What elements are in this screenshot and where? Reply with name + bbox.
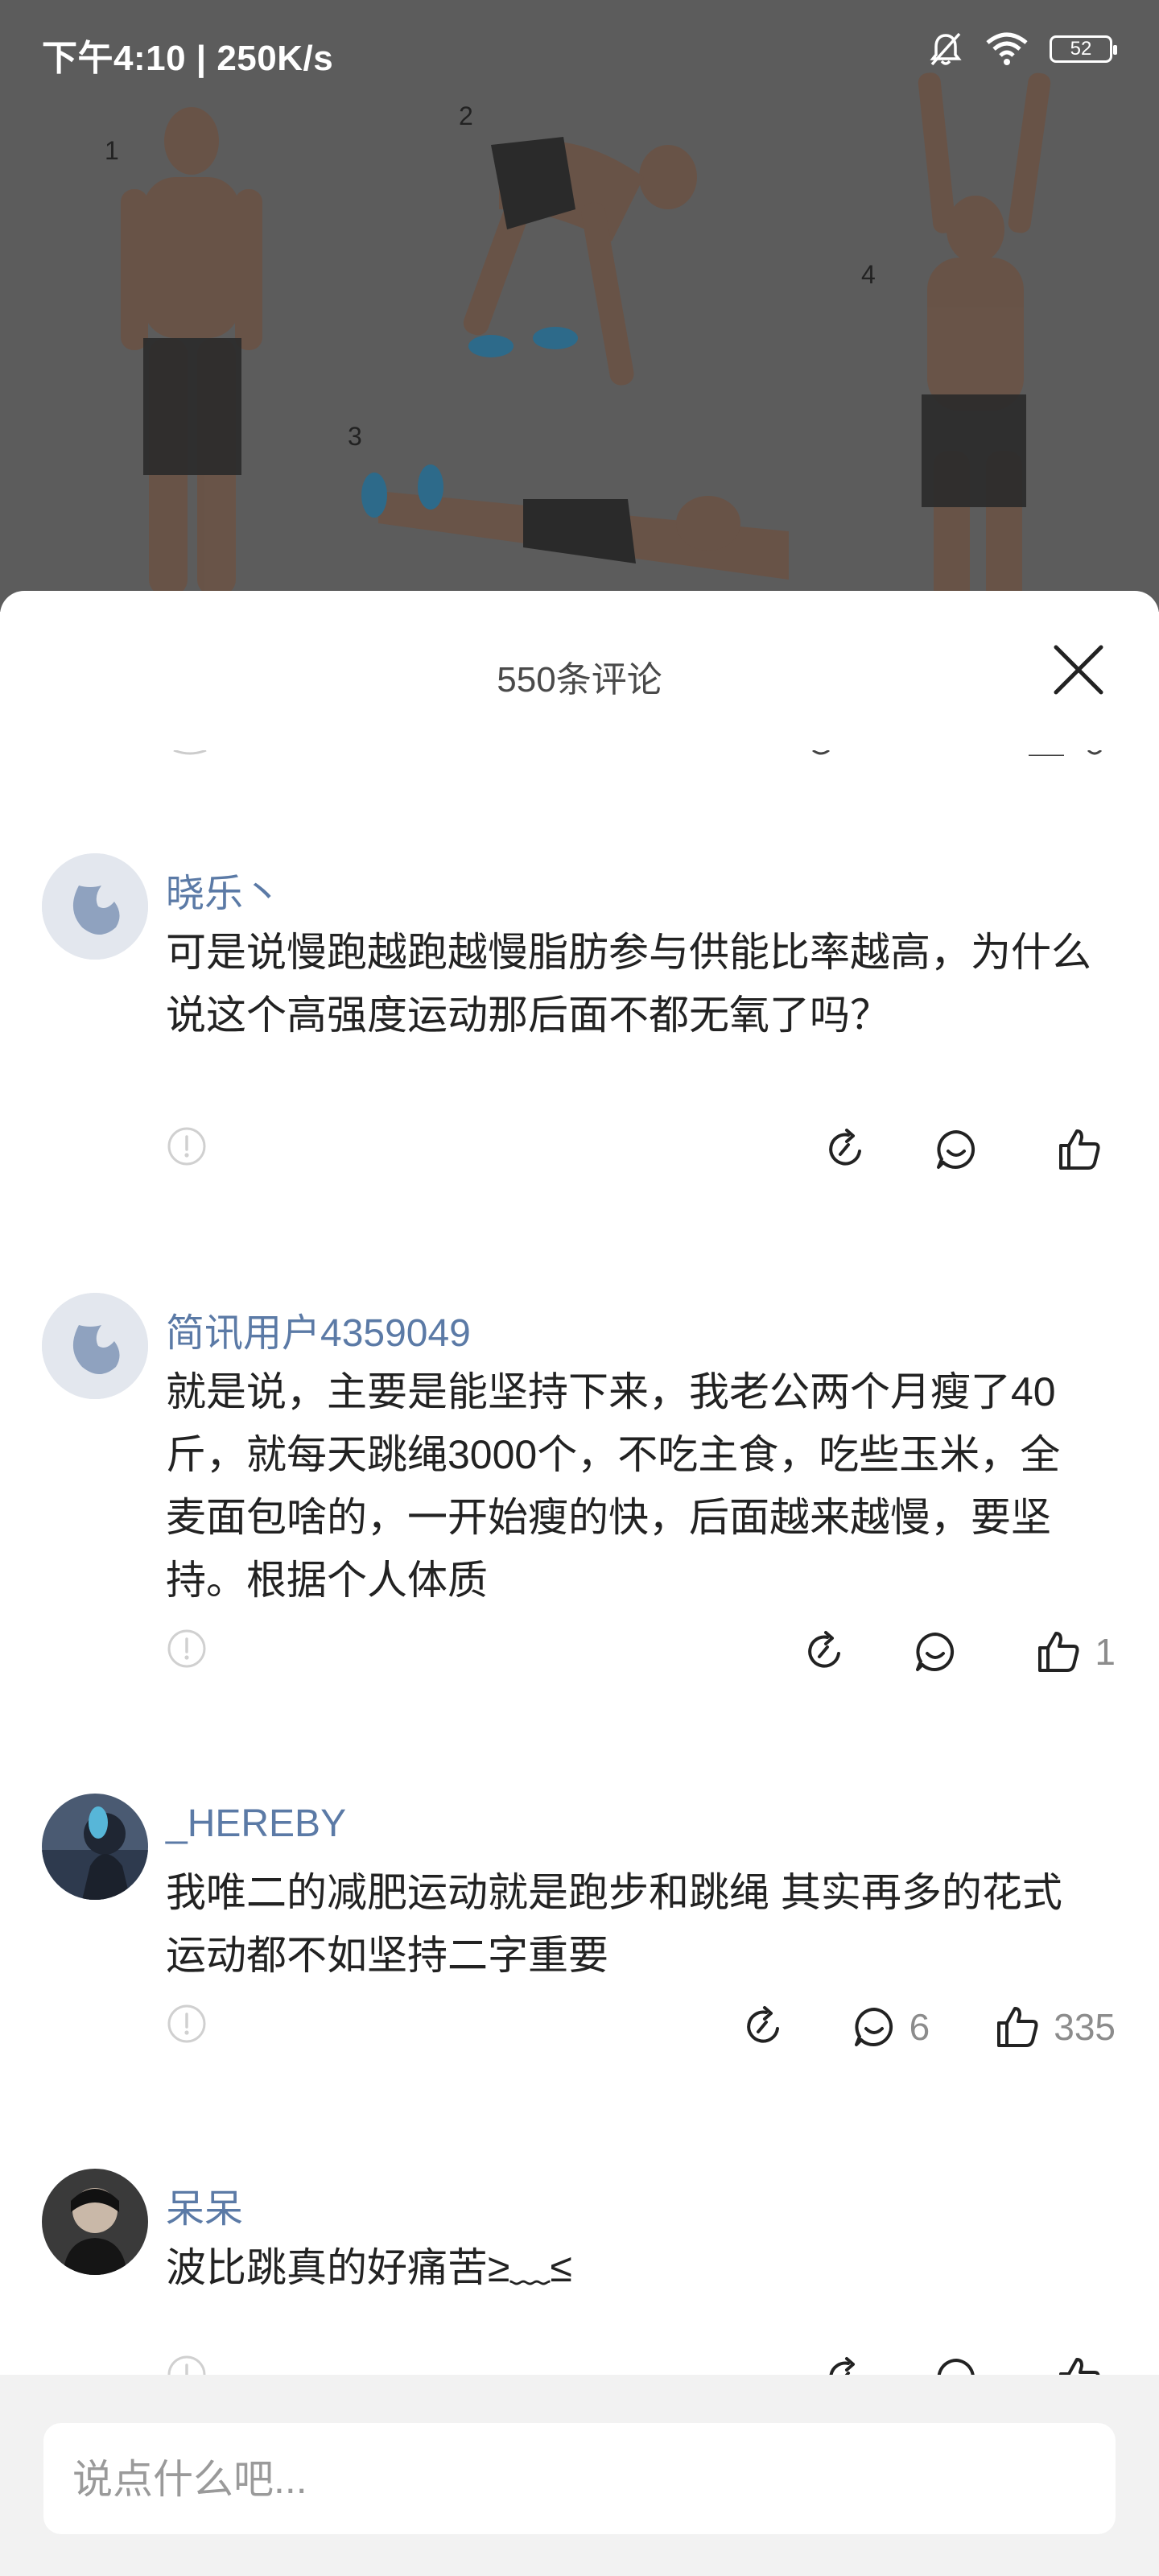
share-icon: [829, 1129, 861, 1166]
wifi-icon: [985, 31, 1029, 67]
comment-text: 可是说慢跑越跑越慢脂肪参与供能比率越高，为什么说这个高强度运动那后面不都无氧了吗…: [166, 930, 1091, 1038]
comment-bubble-icon: [854, 2008, 893, 2046]
share-button[interactable]: [803, 1629, 848, 1674]
share-button[interactable]: [824, 1127, 869, 1172]
share-button[interactable]: [742, 2004, 787, 2050]
comment-count-title: 550条评论: [497, 660, 662, 700]
comment-text: 我唯二的减肥运动就是跑步和跳绳 其实再多的花式运动都不如坚持二字重要: [166, 1870, 1062, 1978]
clipped-previous-actions: [0, 748, 1159, 756]
like-button[interactable]: 335: [994, 2004, 1116, 2050]
comment-bubble-icon: [937, 1130, 975, 1169]
avatar[interactable]: [42, 1293, 148, 1399]
like-count: 1: [1095, 1631, 1116, 1673]
like-count: 335: [1054, 2006, 1116, 2048]
comment-username[interactable]: _HEREBY: [166, 1802, 346, 1846]
close-button[interactable]: [1048, 639, 1109, 700]
like-button[interactable]: 1: [1035, 1629, 1116, 1675]
comment-text: 就是说，主要是能坚持下来，我老公两个月瘦了40斤，就每天跳绳3000个，不吃主食…: [166, 1369, 1061, 1603]
comment-actions: 1: [166, 1628, 1116, 1676]
comment-input[interactable]: [71, 2423, 1088, 2536]
comment-text: 波比跳真的好痛苦≥﹏≤: [166, 2245, 572, 2290]
thumbs-up-icon: [1038, 1632, 1079, 1672]
avatar[interactable]: [42, 853, 148, 960]
step-label-2: 2: [459, 101, 473, 130]
report-icon[interactable]: [166, 1125, 208, 1171]
reply-button[interactable]: [913, 1629, 971, 1674]
comment-input-box[interactable]: [43, 2423, 1116, 2536]
comment-username[interactable]: 呆呆: [166, 2177, 243, 2233]
comment-username[interactable]: 简讯用户4359049: [166, 1301, 471, 1357]
like-button[interactable]: [1056, 1126, 1116, 1173]
reply-count: 6: [909, 2006, 930, 2048]
thumbs-up-icon: [997, 2007, 1038, 2047]
step-label-1: 1: [105, 136, 119, 165]
comment-bubble-icon: [916, 1633, 955, 1671]
comment-username[interactable]: 晓乐丶: [166, 861, 282, 918]
avatar[interactable]: [42, 1794, 148, 1900]
comments-sheet: 550条评论 晓乐丶 可是说慢跑越跑越慢脂肪参与供能比率越高，为什么说这个高强度…: [0, 591, 1159, 2576]
status-time-speed: 下午4:10 | 250K/s: [42, 39, 334, 78]
reply-button[interactable]: [934, 1127, 992, 1172]
comment-actions: 6 335: [166, 2003, 1116, 2051]
reply-button[interactable]: 6: [852, 2004, 930, 2050]
status-bar: 下午4:10 | 250K/s 52: [0, 0, 1159, 105]
close-icon: [1054, 645, 1103, 695]
battery-icon: 52: [1050, 35, 1117, 63]
report-icon[interactable]: [166, 1628, 208, 1674]
share-icon: [808, 1631, 841, 1668]
share-icon: [746, 2006, 779, 2043]
mute-bell-icon: [927, 31, 964, 68]
avatar[interactable]: [42, 2169, 148, 2275]
step-label-4: 4: [861, 260, 876, 289]
comment-actions: [166, 1125, 1116, 1174]
comment-input-bar: [0, 2375, 1159, 2576]
thumbs-up-icon: [1059, 1129, 1100, 1170]
battery-level: 52: [1070, 38, 1092, 60]
status-icons: 52: [927, 31, 1117, 68]
sheet-header: 550条评论: [0, 591, 1159, 712]
report-icon[interactable]: [166, 2003, 208, 2049]
step-label-3: 3: [348, 422, 362, 451]
